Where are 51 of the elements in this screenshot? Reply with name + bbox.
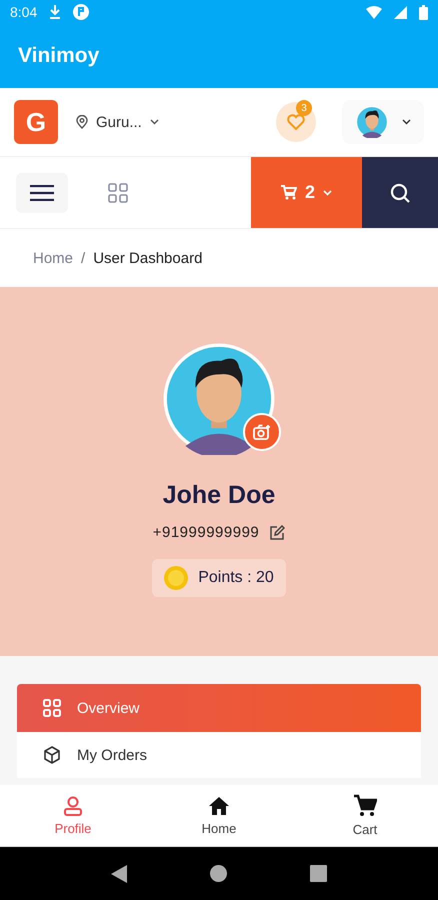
wishlist-count-badge: 3 (296, 100, 312, 116)
avatar-icon (163, 343, 275, 455)
bottom-nav-tab[interactable]: Home (146, 785, 292, 846)
search-button[interactable] (362, 157, 438, 228)
chevron-down-icon (402, 119, 410, 125)
breadcrumb-link[interactable]: User Dashboard (93, 250, 202, 266)
chevron-down-icon (150, 119, 159, 125)
home-circle-icon (210, 865, 227, 882)
menu-icon (30, 184, 54, 200)
breadcrumb-link[interactable]: Home (33, 250, 74, 266)
download-icon (49, 5, 62, 19)
person-icon (62, 795, 84, 817)
avatar-icon (356, 106, 388, 138)
chevron-down-icon (323, 190, 332, 196)
status-time: 8:04 (10, 4, 38, 20)
coin-icon (164, 566, 188, 590)
dashboard-menu-item[interactable]: My Orders (17, 732, 421, 778)
breadcrumb-separator: / (81, 250, 86, 266)
cart-button[interactable]: 2 (251, 157, 362, 228)
bottom-nav-tab[interactable]: Profile (0, 785, 146, 846)
wishlist-button[interactable]: 3 (276, 102, 316, 142)
recents-icon (310, 865, 327, 882)
change-photo-button[interactable] (243, 413, 281, 451)
location-selector[interactable]: Guru... (76, 114, 159, 130)
grid-view-button[interactable] (108, 182, 128, 202)
battery-icon (419, 4, 428, 20)
phone-number: +91999999999 (152, 524, 260, 541)
cart-icon (280, 185, 297, 200)
logo[interactable]: G (14, 100, 58, 144)
signal-icon (394, 6, 407, 18)
dashboard-menu-item[interactable]: Overview (17, 684, 421, 732)
search-icon (390, 182, 410, 202)
edit-icon (269, 524, 286, 540)
box-icon (43, 746, 61, 764)
camera-icon (253, 424, 271, 440)
user-menu-button[interactable] (342, 100, 424, 144)
location-pin-icon (76, 115, 88, 129)
heart-icon (287, 114, 305, 130)
menu-button[interactable] (16, 172, 68, 212)
back-icon (111, 864, 128, 882)
bottom-nav-tab[interactable]: Cart (292, 785, 438, 846)
home-icon (208, 795, 230, 817)
edit-button[interactable] (269, 524, 286, 540)
app-notification-icon (73, 4, 90, 20)
points-text: Points : 20 (198, 569, 274, 587)
user-name: Johe Doe (162, 481, 276, 510)
grid-icon (108, 182, 128, 202)
wifi-icon (366, 6, 382, 18)
cart-icon (353, 794, 377, 818)
app-title: Vinimoy (18, 44, 100, 68)
grid-icon (43, 699, 61, 717)
